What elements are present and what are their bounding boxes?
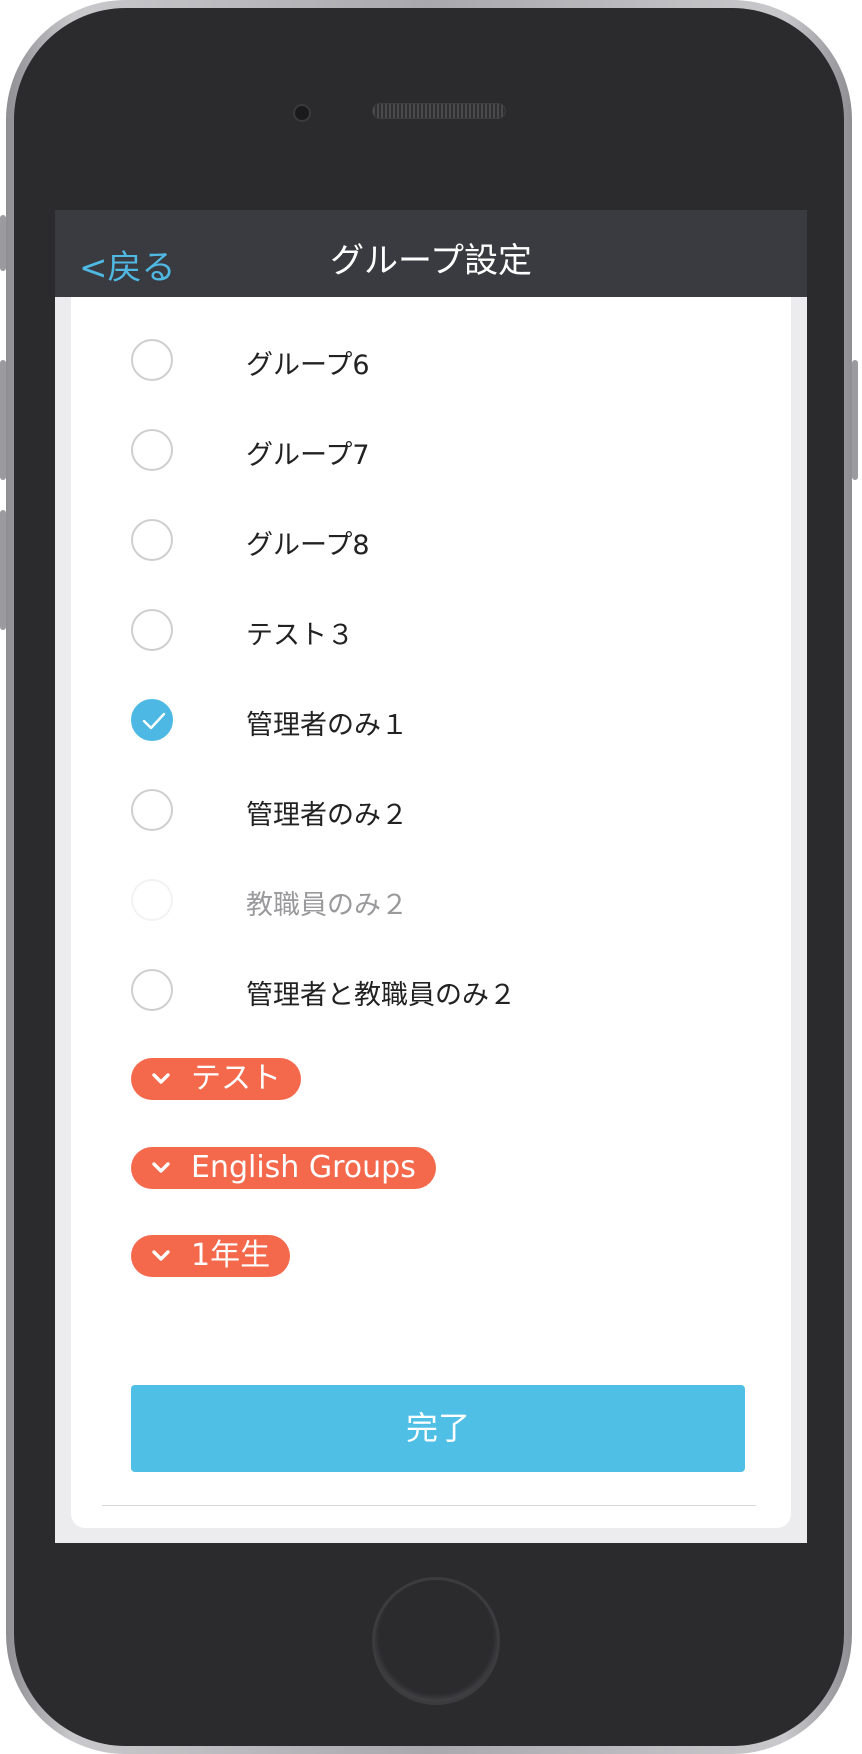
done-button[interactable]: 完了 [131,1385,745,1472]
chevron-down-icon [152,1073,170,1084]
radio-button-disabled [131,879,173,921]
group-label: 教職員のみ２ [246,890,408,921]
group-row[interactable]: グループ7 [71,405,791,495]
category-label: English Groups [191,1150,416,1185]
group-row[interactable]: 管理者のみ１ [71,675,791,765]
group-row[interactable]: グループ8 [71,495,791,585]
category-toggle-test[interactable]: テスト [131,1058,301,1100]
group-settings-card: グループ6 グループ7 グループ8 テスト３ 管理者のみ１ 管理者のみ２ 教職員… [71,297,791,1528]
app-screen: <戻る グループ設定 グループ6 グループ7 グループ8 テスト３ 管理者のみ１… [55,210,807,1543]
category-label: 1年生 [191,1238,271,1273]
group-row[interactable]: 管理者のみ２ [71,765,791,855]
speaker-grille [372,103,506,119]
group-label: グループ7 [246,440,370,471]
category-label: テスト [191,1061,281,1096]
group-label: 管理者のみ１ [246,710,408,741]
group-label: テスト３ [246,620,354,651]
group-row[interactable]: 管理者と教職員のみ２ [71,945,791,1035]
page-title: グループ設定 [330,241,532,281]
radio-button[interactable] [131,789,173,831]
chevron-down-icon [152,1250,170,1261]
category-toggle-english-groups[interactable]: English Groups [131,1147,436,1189]
chevron-down-icon [152,1162,170,1173]
divider [102,1505,756,1506]
radio-button[interactable] [131,339,173,381]
camera-icon [293,104,311,122]
volume-up-button [0,360,6,480]
radio-button[interactable] [131,969,173,1011]
navigation-bar: <戻る グループ設定 [55,210,807,297]
group-label: グループ8 [246,530,370,561]
radio-button-checked[interactable] [131,699,173,741]
radio-button[interactable] [131,609,173,651]
group-row[interactable]: テスト３ [71,585,791,675]
group-label: グループ6 [246,350,370,381]
home-button[interactable] [372,1577,500,1705]
group-row-disabled: 教職員のみ２ [71,855,791,945]
volume-down-button [0,510,6,630]
radio-button[interactable] [131,519,173,561]
silent-switch [0,215,6,271]
check-icon [142,712,166,730]
radio-button[interactable] [131,429,173,471]
group-label: 管理者のみ２ [246,800,408,831]
group-label: 管理者と教職員のみ２ [246,980,516,1011]
category-toggle-first-year[interactable]: 1年生 [131,1235,291,1277]
group-row[interactable]: グループ6 [71,315,791,405]
power-button [852,360,858,480]
